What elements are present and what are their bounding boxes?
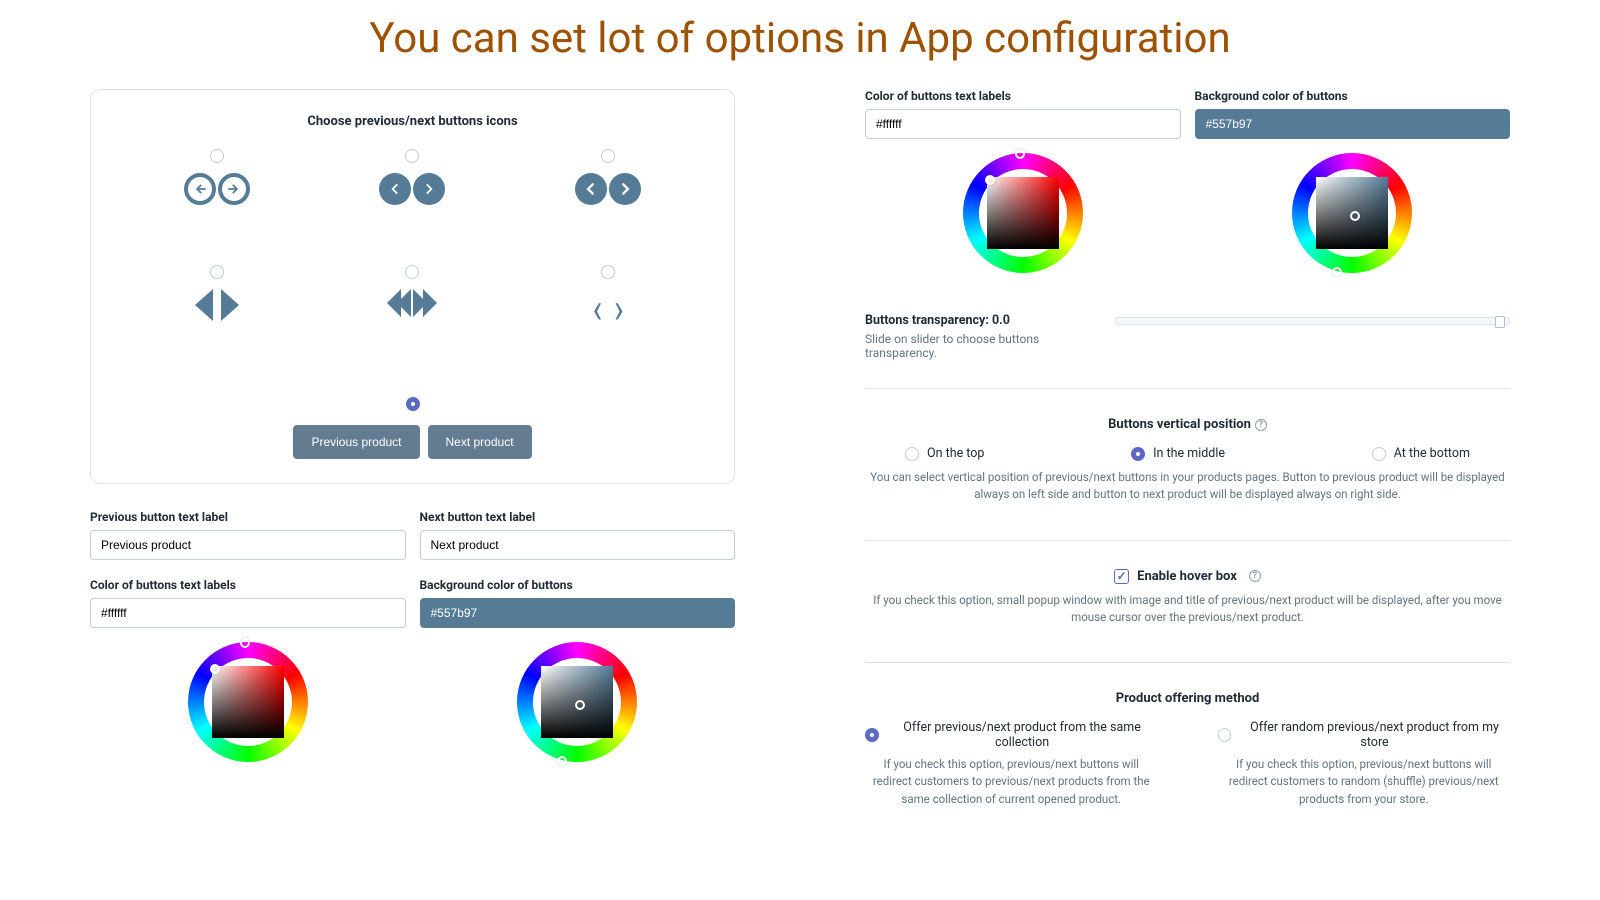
text-color-input-r[interactable] [865,109,1181,139]
radio-icon[interactable] [210,149,224,163]
hover-checkbox[interactable]: ✓ [1114,569,1129,584]
next-label: Next button text label [420,510,736,524]
bg-color-picker-r[interactable] [1292,153,1412,273]
icon-option-double-triangle[interactable] [387,265,437,327]
chevron-right-icon [413,173,445,205]
triangle-right-icon [221,289,239,321]
page-title: You can set lot of options in App config… [0,0,1600,89]
slider-thumb-icon[interactable] [1495,316,1505,328]
left-column: Choose previous/next buttons icons [90,89,735,844]
icon-option-thin-chevron[interactable]: ‹ › [593,265,624,327]
angle-left-icon: ‹ [593,283,603,332]
position-desc: You can select vertical position of prev… [865,469,1510,504]
next-input[interactable] [420,530,736,560]
arrow-right-icon [218,173,250,205]
radio-icon[interactable] [405,149,419,163]
angle-right-icon: › [614,283,624,332]
icon-option-outline-arrow[interactable] [184,149,250,205]
help-icon[interactable]: ? [1255,419,1267,431]
text-color-input[interactable] [90,598,406,628]
offer-same-collection-option[interactable]: Offer previous/next product from the sam… [865,720,1158,750]
offer2-desc: If you check this option, previous/next … [1218,756,1511,808]
right-column: Color of buttons text labels Background … [865,89,1510,844]
next-product-button[interactable]: Next product [428,425,532,459]
hover-label: Enable hover box [1137,569,1237,584]
transparency-label: Buttons transparency: 0.0 [865,313,1075,328]
double-triangle-left-icon [387,289,411,317]
previous-product-button[interactable]: Previous product [293,425,419,459]
bg-color-input-r[interactable] [1195,109,1511,139]
position-bottom-option[interactable]: At the bottom [1372,446,1470,461]
offer-section-title: Product offering method [865,691,1510,706]
bg-color-label: Background color of buttons [420,578,736,592]
bg-color-input[interactable] [420,598,736,628]
hover-desc: If you check this option, small popup wi… [865,592,1510,627]
bg-color-picker[interactable] [517,642,637,762]
triangle-left-icon [195,289,213,321]
text-color-label: Color of buttons text labels [90,578,406,592]
position-middle-option[interactable]: In the middle [1131,446,1225,461]
text-color-picker[interactable] [188,642,308,762]
icon-option-solid-triangle[interactable] [195,265,239,327]
position-top-option[interactable]: On the top [905,446,984,461]
icon-option-filled-chevron-bold[interactable] [575,149,641,205]
offer1-desc: If you check this option, previous/next … [865,756,1158,808]
radio-icon[interactable] [210,265,224,279]
radio-icon[interactable] [601,265,615,279]
chevron-left-icon [575,173,607,205]
radio-icon[interactable] [405,265,419,279]
chevron-left-icon [379,173,411,205]
bg-color-label-r: Background color of buttons [1195,89,1511,103]
position-section-title: Buttons vertical position? [865,417,1510,432]
radio-icon-selected[interactable] [406,397,420,411]
prev-input[interactable] [90,530,406,560]
radio-icon[interactable] [601,149,615,163]
icon-option-filled-chevron[interactable] [379,149,445,205]
text-color-label-r: Color of buttons text labels [865,89,1181,103]
offer-random-option[interactable]: Offer random previous/next product from … [1218,720,1511,750]
card-title: Choose previous/next buttons icons [119,114,706,129]
help-icon[interactable]: ? [1249,570,1261,582]
text-color-picker-r[interactable] [963,153,1083,273]
transparency-slider[interactable] [1115,317,1510,325]
transparency-desc: Slide on slider to choose buttons transp… [865,332,1039,360]
double-triangle-right-icon [413,289,437,317]
prev-label: Previous button text label [90,510,406,524]
icon-chooser-card: Choose previous/next buttons icons [90,89,735,484]
arrow-left-icon [184,173,216,205]
chevron-right-icon [609,173,641,205]
